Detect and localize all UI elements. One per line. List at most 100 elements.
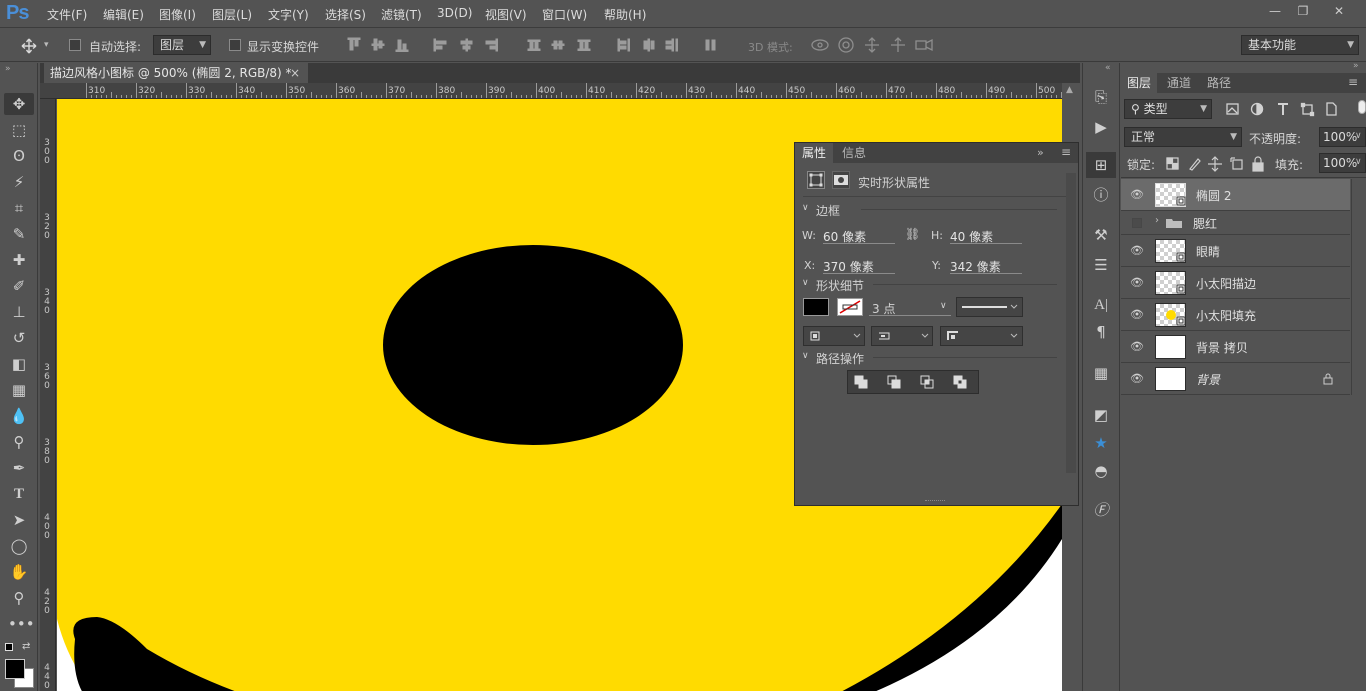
marquee-tool-icon[interactable]: ⬚ — [8, 120, 30, 140]
visibility-eye-icon[interactable]: 👁 — [1130, 341, 1144, 353]
restore-button[interactable]: ❐ — [1290, 2, 1316, 20]
adjustments-panel-icon[interactable]: ◩ — [1091, 405, 1111, 425]
align-distribute-icons[interactable] — [346, 37, 716, 53]
move-tool-icon[interactable]: ✥ — [8, 94, 30, 114]
menu-type[interactable]: 文字(Y) — [268, 6, 309, 23]
minimize-button[interactable]: — — [1262, 2, 1288, 20]
visibility-eye-icon[interactable]: 👁 — [1130, 373, 1144, 385]
layer-filter-dropdown[interactable]: ⚲ 类型 ▼ — [1124, 99, 1212, 119]
tab-channels[interactable]: 通道 — [1161, 73, 1197, 93]
eraser-tool-icon[interactable]: ◧ — [8, 354, 30, 374]
layer-name[interactable]: 背景 拷贝 — [1196, 339, 1248, 356]
properties-scrollbar[interactable] — [1066, 173, 1076, 473]
chevron-right-icon[interactable]: › — [1155, 215, 1159, 226]
mask-properties-icon[interactable] — [832, 171, 850, 189]
chevron-down-icon[interactable]: ∨ — [1355, 131, 1362, 141]
fill-color-swatch[interactable] — [803, 298, 829, 316]
lock-icons[interactable] — [1165, 156, 1271, 172]
visibility-eye-icon[interactable]: 👁 — [1130, 309, 1144, 321]
collapse-panel-icon[interactable]: » — [1037, 146, 1044, 159]
styles-panel-icon[interactable]: ★ — [1091, 433, 1111, 453]
crop-tool-icon[interactable]: ⌗ — [8, 198, 30, 218]
collapse-panels-icon[interactable]: » — [1353, 61, 1359, 71]
chevron-down-icon[interactable]: ∨ — [1355, 157, 1362, 167]
menu-window[interactable]: 窗口(W) — [542, 6, 587, 23]
stamp-tool-icon[interactable]: ⊥ — [8, 302, 30, 322]
layer-row[interactable]: › 腮红 — [1121, 211, 1350, 235]
chevron-down-icon[interactable]: ∨ — [802, 203, 809, 213]
link-dimensions-icon[interactable]: ⛓ — [905, 227, 920, 241]
lasso-tool-icon[interactable]: ʘ — [8, 146, 30, 166]
width-field[interactable]: 60 像素 — [823, 228, 895, 244]
glyphs-panel-icon[interactable]: ▦ — [1091, 363, 1111, 383]
stroke-color-swatch[interactable] — [837, 298, 863, 316]
layer-name[interactable]: 眼睛 — [1196, 243, 1220, 260]
stroke-cap-dropdown[interactable] — [871, 326, 933, 346]
ellipse-tool-icon[interactable]: ◯ — [8, 536, 30, 556]
stroke-type-dropdown[interactable] — [956, 297, 1023, 317]
auto-select-checkbox[interactable] — [69, 39, 81, 51]
menu-image[interactable]: 图像(I) — [159, 6, 196, 23]
tab-paths[interactable]: 路径 — [1201, 73, 1237, 93]
blur-tool-icon[interactable]: 💧 — [8, 406, 30, 426]
collapse-tools-icon[interactable]: » — [5, 64, 11, 74]
character-panel-icon[interactable]: A| — [1091, 295, 1111, 315]
foreground-color-swatch[interactable] — [5, 659, 25, 679]
layers-scrollbar[interactable] — [1351, 179, 1366, 395]
tab-info[interactable]: 信息 — [835, 143, 873, 163]
visibility-eye-icon[interactable]: 👁 — [1130, 245, 1144, 257]
auto-select-target-dropdown[interactable]: 图层 ▼ — [153, 35, 211, 55]
tab-layers[interactable]: 图层 — [1121, 73, 1158, 93]
layer-filter-icons[interactable] — [1225, 101, 1365, 117]
layer-name[interactable]: 小太阳描边 — [1196, 275, 1256, 292]
chevron-down-icon[interactable]: ∨ — [802, 278, 809, 288]
chevron-down-icon[interactable]: ∨ — [802, 351, 809, 361]
panel-menu-icon[interactable]: ≡ — [1061, 145, 1071, 159]
layer-row[interactable]: 👁 小太阳填充 — [1121, 299, 1350, 331]
layer-name[interactable]: 背景 — [1196, 371, 1220, 388]
collapse-strip-icon[interactable]: « — [1105, 63, 1111, 73]
libraries-panel-icon[interactable]: ◓ — [1091, 461, 1111, 481]
brushes-panel-icon[interactable]: ⚒ — [1091, 225, 1111, 245]
fx-panel-icon[interactable]: Ⓕ — [1091, 501, 1111, 521]
history-panel-icon[interactable]: ⎘ — [1091, 87, 1111, 107]
dodge-tool-icon[interactable]: ⚲ — [8, 432, 30, 452]
path-operation-icons[interactable] — [847, 370, 979, 394]
menu-layer[interactable]: 图层(L) — [212, 6, 252, 23]
visibility-eye-icon[interactable]: 👁 — [1130, 189, 1144, 201]
blend-mode-dropdown[interactable]: 正常 ▼ — [1124, 127, 1242, 147]
close-window-button[interactable]: ✕ — [1326, 2, 1352, 20]
layer-row[interactable]: 👁 椭圆 2 — [1121, 179, 1350, 211]
filter-toggle-switch[interactable] — [1358, 100, 1366, 114]
scroll-up-icon[interactable]: ▲ — [1066, 85, 1073, 95]
paragraph-panel-icon[interactable]: ¶ — [1091, 322, 1111, 342]
properties-panel-icon[interactable]: ⊞ — [1091, 155, 1111, 175]
more-tools-icon[interactable]: ••• — [8, 614, 35, 634]
document-tab[interactable]: 描边风格小图标 @ 500% (椭圆 2, RGB/8) * × — [44, 63, 308, 83]
tab-properties[interactable]: 属性 — [795, 143, 834, 163]
menu-filter[interactable]: 滤镜(T) — [381, 6, 422, 23]
brush-tool-icon[interactable]: ✐ — [8, 276, 30, 296]
y-field[interactable]: 342 像素 — [950, 258, 1022, 274]
chevron-down-icon[interactable]: ∨ — [940, 301, 947, 311]
workspace-dropdown[interactable]: 基本功能 ▼ — [1241, 35, 1359, 55]
stroke-align-dropdown[interactable] — [803, 326, 865, 346]
layer-name[interactable]: 椭圆 2 — [1196, 187, 1231, 204]
menu-view[interactable]: 视图(V) — [485, 6, 527, 23]
magic-wand-icon[interactable]: ⚡ — [8, 172, 30, 192]
pen-tool-icon[interactable]: ✒ — [8, 458, 30, 478]
path-select-icon[interactable]: ➤ — [8, 510, 30, 530]
default-colors-icon[interactable] — [5, 643, 13, 651]
move-tool-icon[interactable] — [20, 38, 38, 54]
actions-panel-icon[interactable]: ▶ — [1091, 117, 1111, 137]
panel-menu-icon[interactable]: ≡ — [1348, 75, 1358, 89]
layer-row[interactable]: 👁 小太阳描边 — [1121, 267, 1350, 299]
close-tab-icon[interactable]: × — [290, 63, 300, 83]
x-field[interactable]: 370 像素 — [823, 258, 895, 274]
stroke-corner-dropdown[interactable] — [940, 326, 1023, 346]
gradient-tool-icon[interactable]: ▦ — [8, 380, 30, 400]
menu-select[interactable]: 选择(S) — [325, 6, 366, 23]
zoom-tool-icon[interactable]: ⚲ — [8, 588, 30, 608]
healing-brush-icon[interactable]: ✚ — [8, 250, 30, 270]
hand-tool-icon[interactable]: ✋ — [8, 562, 30, 582]
